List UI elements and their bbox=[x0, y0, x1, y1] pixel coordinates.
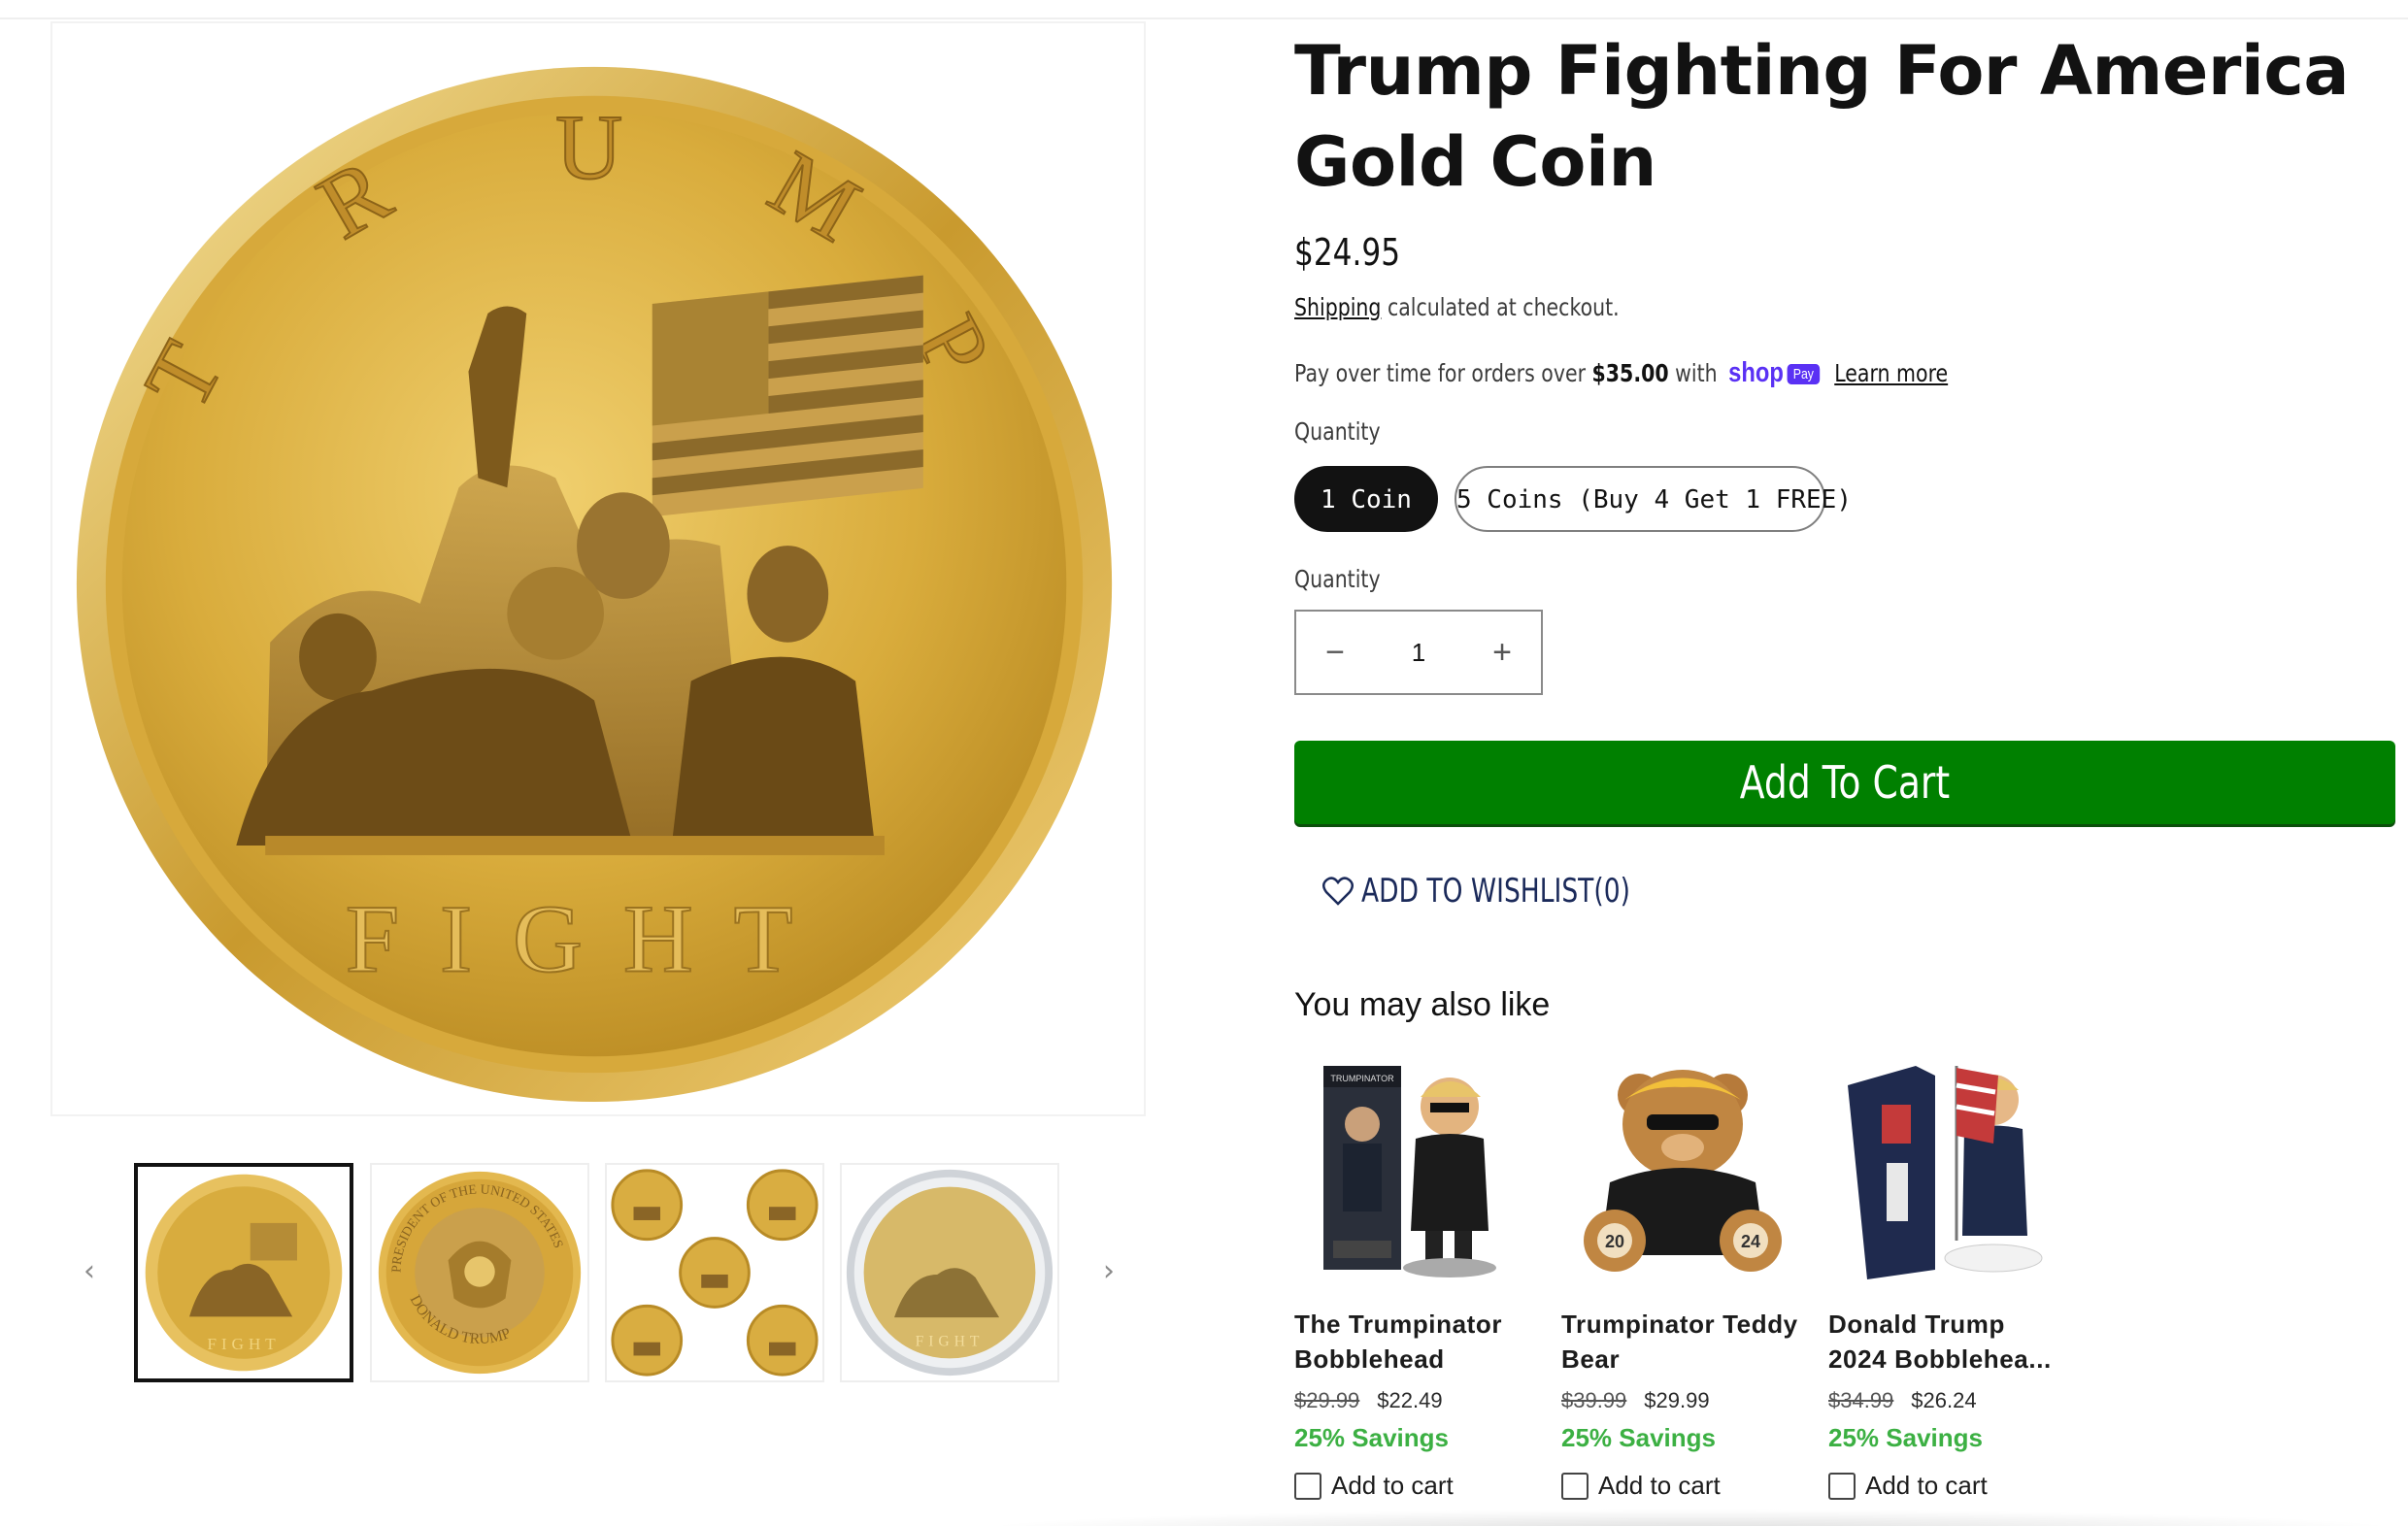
quantity-label: Quantity bbox=[1294, 565, 1381, 593]
quantity-increase-button[interactable]: + bbox=[1463, 612, 1541, 693]
variant-option-1-coin[interactable]: 1 Coin bbox=[1294, 466, 1438, 532]
add-to-cart-checkbox[interactable]: Add to cart bbox=[1828, 1471, 2071, 1501]
checkbox[interactable] bbox=[1828, 1472, 1856, 1500]
recommendation-prices: $39.99 $29.99 bbox=[1561, 1388, 1804, 1413]
thumb-coin-text: FIGHT bbox=[207, 1335, 280, 1353]
savings-badge: 25% Savings bbox=[1828, 1423, 1983, 1452]
learn-more-link[interactable]: Learn more bbox=[1834, 359, 1948, 387]
wishlist-count: (0) bbox=[1593, 872, 1630, 911]
product-title: Trump Fighting For America Gold Coin bbox=[1294, 31, 2350, 202]
recommendation-prices: $34.99 $26.24 bbox=[1828, 1388, 2071, 1413]
gallery-thumb-2[interactable]: PRESIDENT OF THE UNITED STATES DONALD TR… bbox=[370, 1163, 589, 1382]
recommendation-card[interactable]: TRUMPINATOR The Trumpinator Bobblehead $… bbox=[1294, 1046, 1537, 1501]
gallery-thumb-4[interactable]: FIGHT bbox=[840, 1163, 1059, 1382]
gold-coin-image: T R U M P FIGHT bbox=[76, 66, 1113, 1103]
paw-number: 20 bbox=[1605, 1232, 1624, 1251]
gallery-prev-arrow[interactable]: ‹ bbox=[70, 1252, 109, 1291]
recommendation-prices: $29.99 $22.49 bbox=[1294, 1388, 1537, 1413]
sale-price: $26.24 bbox=[1911, 1388, 1977, 1412]
add-to-cart-button[interactable]: Add To Cart bbox=[1294, 741, 2395, 824]
recommendation-name[interactable]: Trumpinator Teddy Bear bbox=[1561, 1307, 1804, 1377]
paw-number: 24 bbox=[1741, 1232, 1760, 1251]
coin-seal-thumb-image: PRESIDENT OF THE UNITED STATES DONALD TR… bbox=[378, 1171, 582, 1375]
add-to-wishlist-button[interactable]: ADD TO WISHLIST(0) bbox=[1322, 868, 1706, 914]
add-to-cart-checkbox[interactable]: Add to cart bbox=[1294, 1471, 1537, 1501]
product-main-image[interactable]: T R U M P FIGHT bbox=[50, 21, 1146, 1116]
old-price: $39.99 bbox=[1561, 1388, 1627, 1412]
shop-pay-installments: Pay over time for orders over $35.00 wit… bbox=[1294, 357, 2091, 389]
box-label: TRUMPINATOR bbox=[1330, 1074, 1394, 1083]
recommendation-name[interactable]: The Trumpinator Bobblehead bbox=[1294, 1307, 1537, 1377]
trumpinator-teddy-bear-image[interactable]: 20 24 bbox=[1561, 1046, 1804, 1289]
shop-pay-badge: Pay bbox=[1787, 364, 1821, 384]
coin-letter: U bbox=[555, 95, 622, 198]
wishlist-label: ADD TO WISHLIST bbox=[1361, 872, 1594, 911]
coin-front-thumb-image: FIGHT bbox=[145, 1174, 343, 1372]
coin-bottom-text: FIGHT bbox=[346, 885, 834, 993]
recommendation-card[interactable]: Donald Trump 2024 Bobblehea... $34.99 $26… bbox=[1828, 1046, 2071, 1501]
variant-label: Quantity bbox=[1294, 417, 1381, 446]
heart-icon bbox=[1322, 872, 1354, 918]
gallery-thumb-1[interactable]: FIGHT bbox=[134, 1163, 353, 1382]
old-price: $29.99 bbox=[1294, 1388, 1360, 1412]
recommendations-heading: You may also like bbox=[1294, 986, 1551, 1023]
savings-badge: 25% Savings bbox=[1561, 1423, 1716, 1452]
quantity-input[interactable]: 1 bbox=[1374, 612, 1463, 693]
recommendation-card[interactable]: 20 24 Trumpinator Teddy Bear $39.99 $29.9… bbox=[1561, 1046, 1804, 1501]
five-coins-thumb-image bbox=[611, 1169, 819, 1377]
thumb-coin-text: FIGHT bbox=[916, 1334, 985, 1350]
shipping-note-text: calculated at checkout. bbox=[1387, 293, 1620, 321]
checkbox[interactable] bbox=[1561, 1472, 1589, 1500]
quantity-stepper: − 1 + bbox=[1294, 610, 1543, 695]
coin-capsule-thumb-image: FIGHT bbox=[846, 1169, 1054, 1377]
quantity-decrease-button[interactable]: − bbox=[1296, 612, 1374, 693]
gallery-thumb-3[interactable] bbox=[605, 1163, 824, 1382]
header-divider bbox=[0, 17, 2408, 19]
sale-price: $29.99 bbox=[1644, 1388, 1710, 1412]
add-to-cart-label: Add to cart bbox=[1331, 1471, 1454, 1500]
recommendation-name[interactable]: Donald Trump 2024 Bobblehea... bbox=[1828, 1307, 2071, 1377]
add-to-cart-checkbox[interactable]: Add to cart bbox=[1561, 1471, 1804, 1501]
shipping-note: Shipping calculated at checkout. bbox=[1294, 293, 1690, 321]
sale-price: $22.49 bbox=[1377, 1388, 1443, 1412]
shipping-link[interactable]: Shipping bbox=[1294, 293, 1381, 321]
add-to-cart-label: Add to cart bbox=[1598, 1471, 1721, 1500]
add-to-cart-label: Add to cart bbox=[1865, 1471, 1988, 1500]
sticky-bar-shadow bbox=[971, 1509, 2408, 1526]
checkbox[interactable] bbox=[1294, 1472, 1321, 1500]
pay-over-time-text: Pay over time for orders over bbox=[1294, 359, 1587, 387]
old-price: $34.99 bbox=[1828, 1388, 1894, 1412]
variant-option-5-coins[interactable]: 5 Coins (Buy 4 Get 1 FREE) bbox=[1455, 466, 1852, 532]
pay-threshold: $35.00 bbox=[1591, 359, 1669, 387]
savings-badge: 25% Savings bbox=[1294, 1423, 1449, 1452]
pay-with-text: with bbox=[1675, 359, 1718, 387]
product-price: $24.95 bbox=[1294, 231, 1401, 274]
shop-pay-logo: shop bbox=[1728, 357, 1784, 388]
trumpinator-bobblehead-image[interactable]: TRUMPINATOR bbox=[1294, 1046, 1537, 1289]
trump-2024-bobblehead-image[interactable] bbox=[1828, 1046, 2071, 1289]
gallery-next-arrow[interactable]: › bbox=[1089, 1252, 1128, 1291]
